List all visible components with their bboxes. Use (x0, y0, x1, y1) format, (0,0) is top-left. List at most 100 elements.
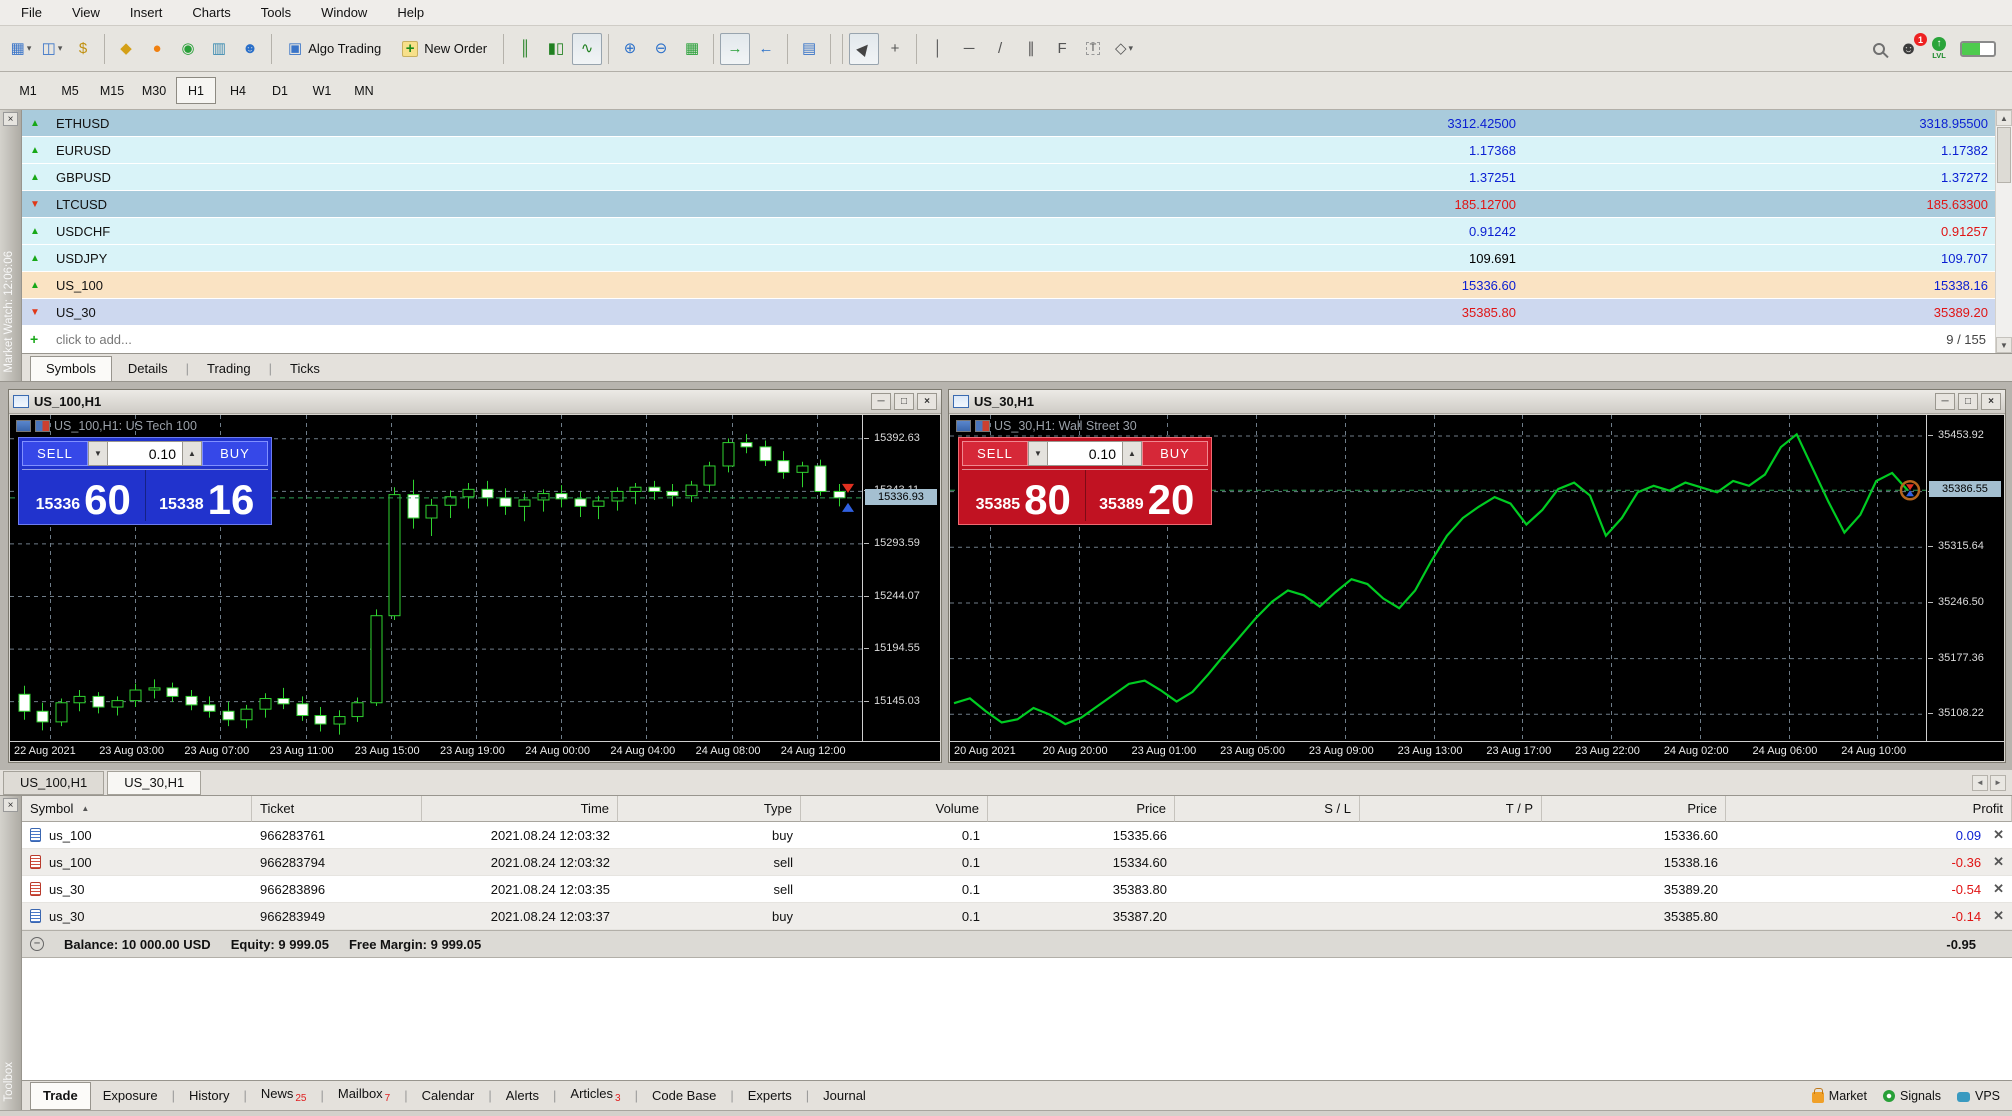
position-row-966283949[interactable]: us_309662839492021.08.24 12:03:37buy0.13… (22, 903, 2012, 930)
buy-button[interactable]: BUY (202, 441, 268, 466)
toolbox-tab-exposure[interactable]: Exposure (91, 1083, 170, 1109)
oneclick-panel-icon[interactable] (16, 420, 31, 432)
line-chart-icon[interactable]: ∿ (572, 33, 602, 65)
timeframe-w1[interactable]: W1 (302, 77, 342, 104)
vertical-line-icon[interactable]: │ (923, 33, 953, 65)
maximize-button[interactable]: □ (894, 393, 914, 410)
market-watch-row-ethusd[interactable]: ▲ETHUSD3312.425003318.95500 (22, 110, 2012, 137)
scroll-down-icon[interactable]: ▼ (1996, 337, 2012, 353)
volume-decrease-button[interactable]: ▼ (1028, 441, 1048, 466)
objects-icon[interactable]: ◇▾ (1109, 33, 1139, 65)
position-row-966283896[interactable]: us_309662838962021.08.24 12:03:35sell0.1… (22, 876, 2012, 903)
toolbox-tab-history[interactable]: History (177, 1083, 241, 1109)
toolbox-tab-trade[interactable]: Trade (30, 1082, 91, 1110)
search-icon[interactable] (1873, 43, 1885, 55)
timeframe-h1[interactable]: H1 (176, 77, 216, 104)
volume-input[interactable]: 0.10 (1048, 441, 1122, 466)
market-watch-row-us_100[interactable]: ▲US_10015336.6015338.16 (22, 272, 2012, 299)
column-header-volume[interactable]: Volume (801, 796, 988, 822)
column-header-symbol[interactable]: Symbol▲ (22, 796, 252, 822)
volume-decrease-button[interactable]: ▼ (88, 441, 108, 466)
close-position-icon[interactable]: ✕ (1993, 854, 2004, 870)
tile-windows-icon[interactable]: ▦ (677, 33, 707, 65)
close-position-icon[interactable]: ✕ (1993, 908, 2004, 924)
timeframe-mn[interactable]: MN (344, 77, 384, 104)
cursor-icon[interactable]: ▶ (849, 33, 879, 65)
tab-symbols[interactable]: Symbols (30, 356, 112, 381)
column-header-time[interactable]: Time (422, 796, 618, 822)
us30-chart-plot[interactable]: US_30,H1: Wall Street 30 SELL ▼ 0.10 ▲ B… (950, 415, 1926, 741)
accounts-icon[interactable]: $ (68, 33, 98, 65)
add-symbol-row[interactable]: + click to add... 9 / 155 (22, 326, 2012, 353)
oneclick-panel-icon[interactable] (956, 420, 971, 432)
notifications-button[interactable]: ☻ 1 (1899, 38, 1918, 59)
column-header-tp[interactable]: T / P (1360, 796, 1542, 822)
market-watch-row-us_30[interactable]: ▼US_3035385.8035389.20 (22, 299, 2012, 326)
trendline-icon[interactable]: / (985, 33, 1015, 65)
equidistant-channel-icon[interactable]: ∥ (1016, 33, 1046, 65)
community-icon[interactable]: ☻ (235, 33, 265, 65)
history-center-icon[interactable]: ◆ (111, 33, 141, 65)
timeframe-m1[interactable]: M1 (8, 77, 48, 104)
menu-tools[interactable]: Tools (246, 1, 306, 24)
toolbox-close-button[interactable]: × (3, 798, 18, 812)
close-position-icon[interactable]: ✕ (1993, 881, 2004, 897)
timeframe-m30[interactable]: M30 (134, 77, 174, 104)
fibonacci-icon[interactable]: F (1047, 33, 1077, 65)
crosshair-icon[interactable]: + (880, 33, 910, 65)
chart-template-icon[interactable]: ▤ (794, 33, 824, 65)
market-watch-row-usdchf[interactable]: ▲USDCHF0.912420.91257 (22, 218, 2012, 245)
sell-button[interactable]: SELL (962, 441, 1028, 466)
position-row-966283761[interactable]: us_1009662837612021.08.24 12:03:32buy0.1… (22, 822, 2012, 849)
menu-view[interactable]: View (57, 1, 115, 24)
market-watch-row-gbpusd[interactable]: ▲GBPUSD1.372511.37272 (22, 164, 2012, 191)
depth-of-market-icon[interactable] (35, 420, 50, 432)
chart-window-us30[interactable]: US_30,H1 ─ □ × US_30,H1: Wall Street 30 (948, 389, 2006, 763)
toolbox-tab-articles[interactable]: Articles3 (558, 1081, 632, 1111)
new-chart-icon[interactable]: ▦▾ (6, 33, 36, 65)
depth-of-market-icon[interactable] (975, 420, 990, 432)
level-indicator[interactable]: ↑ LVL (1932, 37, 1946, 60)
tab-trading[interactable]: Trading (192, 357, 266, 381)
text-icon[interactable]: T (1078, 33, 1108, 65)
sell-button[interactable]: SELL (22, 441, 88, 466)
collapse-icon[interactable]: – (30, 937, 44, 951)
chart-window-titlebar[interactable]: US_100,H1 ─ □ × (9, 390, 941, 414)
algo-trading-button[interactable]: ▣Algo Trading (278, 33, 391, 65)
toolbox-tab-experts[interactable]: Experts (736, 1083, 804, 1109)
minimize-button[interactable]: ─ (871, 393, 891, 410)
toolbox-tab-calendar[interactable]: Calendar (410, 1083, 487, 1109)
volume-increase-button[interactable]: ▲ (1122, 441, 1142, 466)
candlestick-chart-icon[interactable]: ▮▯ (541, 33, 571, 65)
horizontal-line-icon[interactable]: ─ (954, 33, 984, 65)
maximize-button[interactable]: □ (1958, 393, 1978, 410)
close-button[interactable]: × (1981, 393, 2001, 410)
tab-details[interactable]: Details (113, 357, 183, 381)
new-order-button[interactable]: +New Order (392, 33, 497, 65)
column-header-price[interactable]: Price (988, 796, 1175, 822)
toolbox-tab-news[interactable]: News25 (249, 1081, 319, 1111)
column-header-sl[interactable]: S / L (1175, 796, 1360, 822)
toolbox-tab-alerts[interactable]: Alerts (494, 1083, 551, 1109)
signals-icon[interactable]: ◉ (173, 33, 203, 65)
market-watch-row-eurusd[interactable]: ▲EURUSD1.173681.17382 (22, 137, 2012, 164)
tab-scroll-left-icon[interactable]: ◄ (1972, 775, 1988, 791)
toolbox-tab-mailbox[interactable]: Mailbox7 (326, 1081, 402, 1111)
menu-window[interactable]: Window (306, 1, 382, 24)
market-watch-scrollbar[interactable]: ▲ ▼ (1995, 110, 2012, 353)
buy-price-box[interactable]: 35389 20 (1085, 470, 1209, 521)
menu-charts[interactable]: Charts (177, 1, 245, 24)
vps-icon[interactable]: ▥ (204, 33, 234, 65)
buy-button[interactable]: BUY (1142, 441, 1208, 466)
market-watch-row-ltcusd[interactable]: ▼LTCUSD185.12700185.63300 (22, 191, 2012, 218)
close-button[interactable]: × (917, 393, 937, 410)
scroll-thumb[interactable] (1997, 127, 2011, 183)
chart-window-titlebar[interactable]: US_30,H1 ─ □ × (949, 390, 2005, 414)
sell-price-box[interactable]: 15336 60 (22, 470, 145, 521)
column-header-price[interactable]: Price (1542, 796, 1726, 822)
volume-input[interactable]: 0.10 (108, 441, 182, 466)
chart-shift-icon[interactable]: ← (751, 33, 781, 65)
tab-ticks[interactable]: Ticks (275, 357, 335, 381)
service-vps[interactable]: VPS (1957, 1089, 2000, 1103)
market-watch-row-usdjpy[interactable]: ▲USDJPY109.691109.707 (22, 245, 2012, 272)
